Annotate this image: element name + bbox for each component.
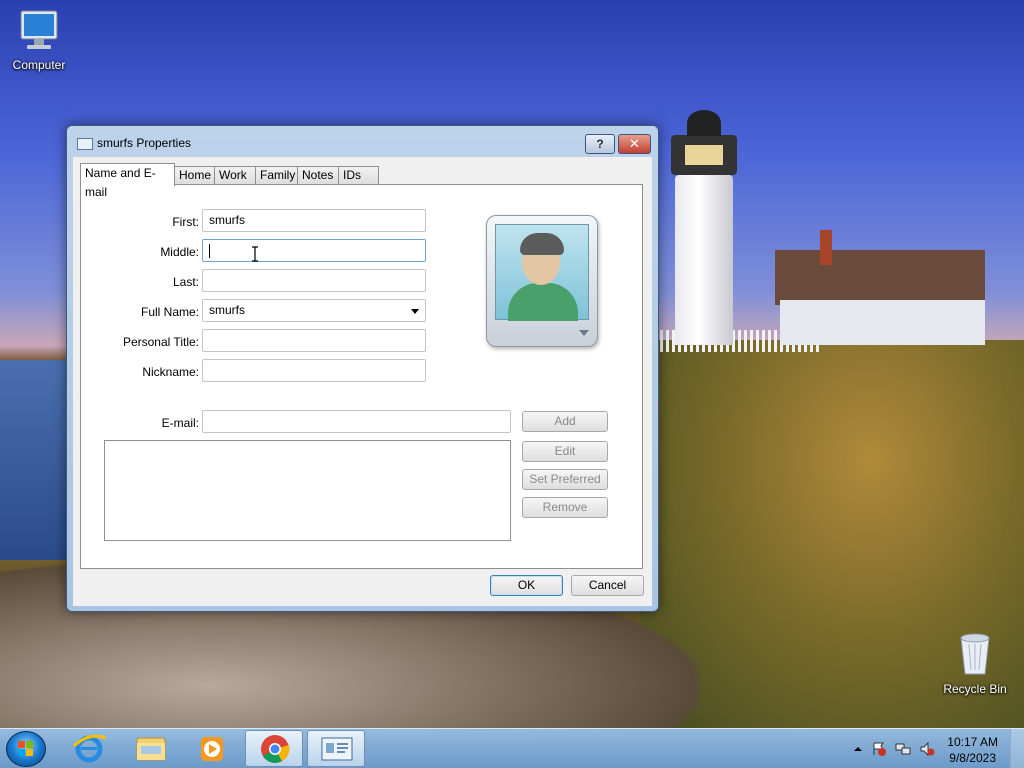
email-list[interactable] (104, 440, 511, 541)
wallpaper-lighthouse (665, 110, 743, 345)
close-button[interactable]: ✕ (618, 134, 651, 154)
avatar (495, 224, 589, 321)
taskbar-internet-explorer[interactable] (60, 730, 118, 767)
contacts-icon (321, 737, 353, 761)
action-center-icon[interactable] (871, 741, 887, 757)
taskbar: 10:17 AM 9/8/2023 (0, 728, 1024, 768)
email-label: E-mail: (161, 416, 199, 430)
clock-time: 10:17 AM (947, 735, 998, 749)
last-name-label: Last: (172, 275, 199, 289)
set-preferred-button[interactable]: Set Preferred (522, 469, 608, 490)
taskbar-media-player[interactable] (183, 730, 241, 767)
add-email-button[interactable]: Add (522, 411, 608, 432)
remove-email-button[interactable]: Remove (522, 497, 608, 518)
taskbar-clock[interactable]: 10:17 AM 9/8/2023 (947, 734, 998, 766)
ibeam-cursor-icon (252, 246, 258, 262)
file-explorer-icon (136, 737, 166, 761)
show-desktop-button[interactable] (1010, 729, 1024, 768)
personal-title-field[interactable] (202, 329, 426, 352)
nickname-label: Nickname: (142, 365, 199, 379)
chevron-down-icon[interactable] (411, 309, 419, 314)
media-player-icon (201, 737, 223, 761)
tab-ids[interactable]: IDs (338, 166, 379, 185)
cancel-button[interactable]: Cancel (571, 575, 644, 596)
edit-email-button[interactable]: Edit (522, 441, 608, 462)
ok-button[interactable]: OK (490, 575, 563, 596)
volume-muted-icon[interactable] (919, 741, 935, 757)
clock-date: 9/8/2023 (949, 751, 996, 765)
full-name-value: smurfs (209, 303, 245, 317)
internet-explorer-icon (72, 734, 107, 763)
dialog-titlebar[interactable]: smurfs Properties ? ✕ (67, 126, 658, 156)
middle-name-field[interactable] (202, 239, 426, 262)
start-orb-icon[interactable] (6, 731, 46, 767)
contact-card-icon (77, 138, 93, 150)
chevron-down-icon[interactable] (579, 330, 589, 336)
dialog-title: smurfs Properties (97, 136, 192, 150)
taskbar-chrome[interactable] (245, 730, 303, 767)
taskbar-contacts[interactable] (307, 730, 365, 767)
properties-dialog: smurfs Properties ? ✕ Name and E-mail Ho… (66, 125, 659, 612)
desktop-icon-recycle-bin[interactable]: Recycle Bin (939, 630, 1011, 696)
contact-picture-button[interactable] (486, 215, 598, 347)
tab-work[interactable]: Work (214, 166, 256, 185)
wallpaper-house-roof (775, 250, 985, 305)
taskbar-file-explorer[interactable] (122, 730, 180, 767)
desktop-icon-label: Recycle Bin (943, 682, 1007, 696)
name-and-email-panel: First: smurfs Middle: Last: Full Name: s… (80, 184, 643, 569)
help-button[interactable]: ? (585, 134, 615, 154)
wallpaper-chimney (820, 230, 832, 265)
tab-notes[interactable]: Notes (297, 166, 339, 185)
nickname-field[interactable] (202, 359, 426, 382)
desktop-icon-computer[interactable]: Computer (3, 8, 75, 72)
close-icon: ✕ (629, 136, 640, 151)
first-name-label: First: (172, 215, 199, 229)
dialog-client-area: Name and E-mail Home Work Family Notes I… (73, 157, 652, 606)
tab-name-and-email[interactable]: Name and E-mail (80, 163, 175, 199)
tab-family[interactable]: Family (255, 166, 298, 185)
show-hidden-icons-icon[interactable] (850, 741, 866, 757)
first-name-field[interactable]: smurfs (202, 209, 426, 232)
wallpaper-house (780, 300, 985, 345)
text-caret (209, 244, 210, 258)
network-icon[interactable] (895, 741, 911, 757)
full-name-label: Full Name: (140, 305, 199, 319)
desktop-icon-label: Computer (12, 58, 66, 72)
full-name-combobox[interactable]: smurfs (202, 299, 426, 322)
chrome-icon (261, 735, 290, 763)
middle-name-label: Middle: (160, 245, 199, 259)
email-field[interactable] (202, 410, 511, 433)
system-tray: 10:17 AM 9/8/2023 (844, 729, 1024, 768)
personal-title-label: Personal Title: (122, 335, 199, 349)
tab-home[interactable]: Home (174, 166, 215, 185)
last-name-field[interactable] (202, 269, 426, 292)
computer-icon (20, 10, 58, 49)
recycle-bin-icon (960, 633, 990, 675)
